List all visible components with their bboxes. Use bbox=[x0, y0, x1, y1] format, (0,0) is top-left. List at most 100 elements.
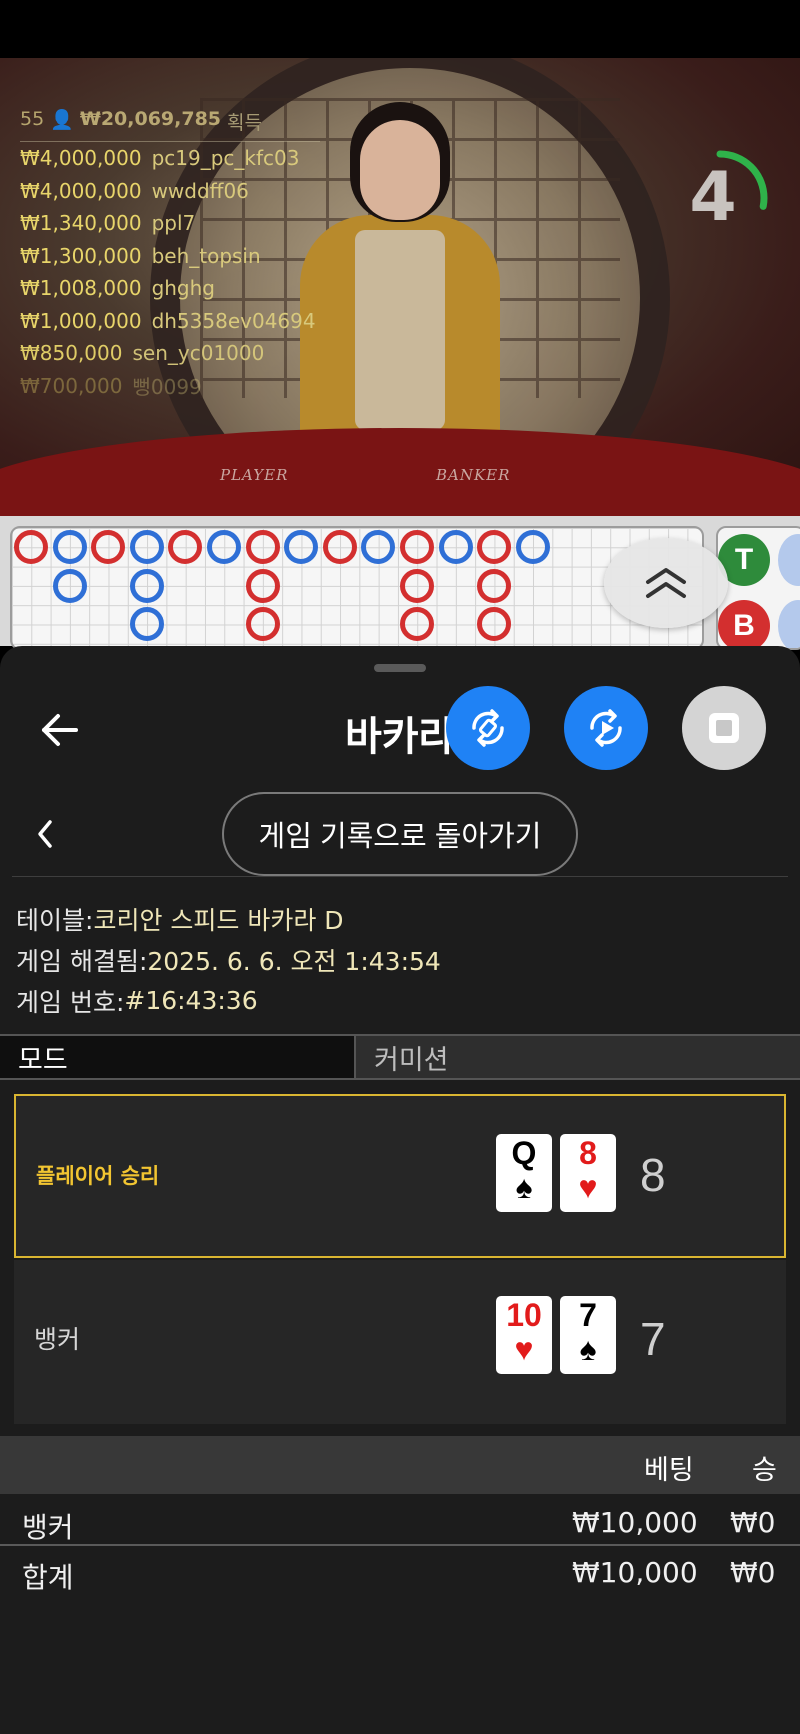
heart-icon: ♥ bbox=[578, 1169, 598, 1205]
banker-result-dot bbox=[245, 530, 280, 564]
player-result-label: 플레이어 승리 bbox=[36, 1164, 160, 1188]
spade-icon: ♠ bbox=[515, 1169, 533, 1205]
player-result-dot bbox=[361, 530, 396, 564]
winners-total: ₩20,069,785 bbox=[79, 108, 222, 130]
banker-result-dot bbox=[400, 530, 434, 564]
table-info: 테이블: 코리안 스피드 바카라 D bbox=[16, 898, 786, 939]
sheet-title: 바카라 bbox=[345, 715, 456, 759]
banker-result-dot bbox=[322, 530, 357, 564]
table-label-banker: BANKER bbox=[436, 466, 511, 484]
chevron-left-icon bbox=[38, 820, 52, 848]
player-result-dot bbox=[52, 530, 87, 564]
winner-row: ₩1,008,000 ghghg bbox=[20, 272, 320, 305]
replay-button[interactable] bbox=[564, 686, 648, 770]
winner-amount: ₩4,000,000 bbox=[20, 178, 142, 203]
rotate-sync-icon bbox=[472, 709, 504, 747]
winner-name: pc19_pc_kfc03 bbox=[151, 146, 300, 171]
player-result-dot bbox=[129, 607, 164, 642]
dealer-head bbox=[360, 120, 440, 220]
winner-name: ghghg bbox=[151, 276, 215, 301]
sheet-header: 바카라 bbox=[0, 686, 800, 776]
tab-commission[interactable]: 커미션 bbox=[356, 1036, 800, 1078]
heart-icon: ♥ bbox=[514, 1331, 534, 1367]
back-to-history-button[interactable]: 게임 기록으로 돌아가기 bbox=[222, 792, 578, 876]
winner-name: 뻥0099 bbox=[132, 375, 202, 400]
winner-amount: ₩4,000,000 bbox=[20, 146, 142, 171]
bet-name: 뱅커 bbox=[22, 1511, 74, 1544]
banker-result-dot bbox=[477, 530, 512, 564]
winner-name: dh5358ev04694 bbox=[151, 308, 316, 333]
winner-name: ppl7 bbox=[151, 211, 196, 236]
total-bet-amount: ₩10,000 bbox=[572, 1556, 698, 1589]
road-summary: T B bbox=[716, 526, 800, 650]
baccarat-table bbox=[0, 428, 800, 516]
winner-amount: ₩1,000,000 bbox=[20, 308, 142, 333]
rotate-button[interactable] bbox=[446, 686, 530, 770]
bets-table-header: 베팅 승 bbox=[0, 1436, 800, 1494]
banker-result-card: 뱅커 10 ♥ 7 ♠ 7 bbox=[14, 1260, 786, 1424]
winner-amount: ₩1,340,000 bbox=[20, 211, 142, 236]
table-label-player: PLAYER bbox=[220, 466, 289, 484]
winner-amount: ₩1,300,000 bbox=[20, 243, 142, 268]
winner-name: beh_topsin bbox=[151, 243, 261, 268]
winner-row: ₩1,300,000 beh_topsin bbox=[20, 240, 320, 273]
card-rank: 8 bbox=[579, 1135, 597, 1171]
big-road[interactable] bbox=[10, 526, 704, 650]
banker-result-dot bbox=[91, 530, 126, 564]
banker-result-dot bbox=[400, 607, 434, 642]
banker-result-dot bbox=[477, 607, 512, 642]
resolved-label: 게임 해결됨: bbox=[16, 946, 148, 976]
player-result-dot bbox=[52, 568, 87, 603]
mode-tabs: 모드 커미션 bbox=[0, 1034, 800, 1080]
bet-amount: ₩10,000 bbox=[572, 1506, 698, 1539]
total-win-amount: ₩0 bbox=[730, 1556, 776, 1589]
dealer-vest bbox=[355, 230, 445, 430]
winners-list: ₩4,000,000 pc19_pc_kfc03 ₩4,000,000 wwddff0… bbox=[20, 142, 320, 402]
winner-amount: ₩850,000 bbox=[20, 341, 123, 366]
stop-square-icon bbox=[709, 713, 739, 743]
table-row-total: 합계 ₩10,000 ₩0 bbox=[0, 1548, 800, 1598]
winners-feed: 55 👤 ₩20,069,785 획득 ₩4,000,000 pc19_pc_kf… bbox=[20, 108, 320, 402]
expand-button[interactable] bbox=[604, 538, 728, 628]
live-video: PLAYER BANKER 55 👤 ₩20,069,785 획득 ₩4,000… bbox=[0, 58, 800, 516]
double-chevron-up-icon bbox=[646, 568, 686, 598]
banker-result-dot bbox=[245, 607, 280, 642]
tab-mode[interactable]: 모드 bbox=[0, 1036, 356, 1078]
player-result-dot bbox=[284, 530, 319, 564]
banker-result-label: 뱅커 bbox=[34, 1325, 81, 1354]
round-number-info: 게임 번호: #16:43:36 bbox=[16, 980, 786, 1021]
winner-row: ₩4,000,000 pc19_pc_kfc03 bbox=[20, 142, 320, 175]
winners-label: 획득 bbox=[227, 112, 262, 134]
history-nav: 게임 기록으로 돌아가기 bbox=[0, 784, 800, 884]
banker-card-1: 10 ♥ bbox=[496, 1296, 552, 1374]
winner-row: ₩1,340,000 ppl7 bbox=[20, 207, 320, 240]
win-amount: ₩0 bbox=[730, 1506, 776, 1539]
player-card-2: 8 ♥ bbox=[560, 1134, 616, 1212]
back-button[interactable] bbox=[36, 706, 84, 754]
winner-name: wwddff06 bbox=[151, 178, 249, 203]
banker-card-2: 7 ♠ bbox=[560, 1296, 616, 1374]
resolved-info: 게임 해결됨: 2025. 6. 6. 오전 1:43:54 bbox=[16, 939, 786, 980]
card-rank: 10 bbox=[506, 1297, 542, 1333]
bet-column-header: 베팅 bbox=[644, 1455, 694, 1486]
replay-play-icon bbox=[590, 709, 622, 747]
resolved-value: 2025. 6. 6. 오전 1:43:54 bbox=[147, 946, 441, 976]
winner-row: ₩700,000 뻥0099 bbox=[20, 370, 320, 403]
stop-button[interactable] bbox=[682, 686, 766, 770]
card-rank: Q bbox=[511, 1135, 537, 1171]
table-row: 뱅커 ₩10,000 ₩0 bbox=[0, 1498, 800, 1548]
arrow-left-icon bbox=[42, 714, 78, 746]
round-number-label: 게임 번호: bbox=[16, 987, 125, 1017]
banker-result-dot bbox=[477, 568, 512, 603]
player-result-card: 플레이어 승리 Q ♠ 8 ♥ 8 bbox=[14, 1094, 786, 1258]
countdown-timer: 4 bbox=[668, 146, 772, 250]
game-history-sheet: 바카라 게임 기록으로 돌아가기 테이블: 코리안 스피드 바카라 D 게임 해… bbox=[0, 646, 800, 1734]
player-chip-partial-2 bbox=[778, 600, 800, 648]
winner-amount: ₩1,008,000 bbox=[20, 276, 142, 301]
player-result-dot bbox=[207, 530, 241, 564]
app-screen: { "live_feed": { "summary_count": "55", … bbox=[0, 0, 800, 1734]
sheet-grabber[interactable] bbox=[374, 664, 426, 672]
banker-result-dot bbox=[245, 568, 280, 603]
countdown-value: 4 bbox=[689, 158, 737, 237]
previous-round-button[interactable] bbox=[30, 814, 60, 854]
